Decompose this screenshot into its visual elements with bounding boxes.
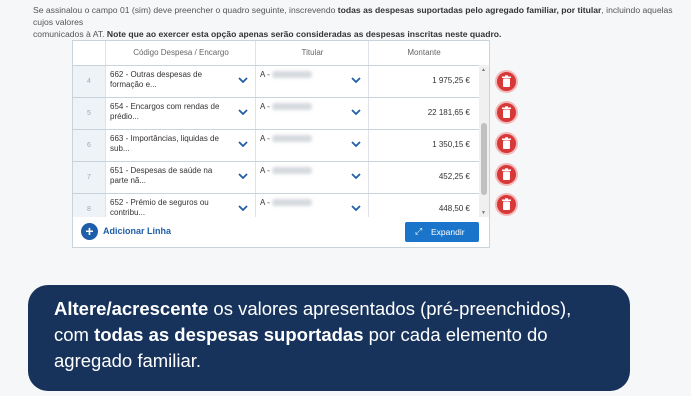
scroll-down-icon[interactable]: ▼ [481,210,486,216]
add-row-label: Adicionar Linha [103,226,172,236]
code-select[interactable]: 651 - Despesas de saúde na parte nã... [105,162,256,193]
row-number: 7 [73,162,105,193]
amount-input[interactable]: 452,25 € [368,162,480,193]
banner-p2-pre: com [54,324,95,345]
titular-value: A - [260,166,270,175]
delete-row-button[interactable] [495,193,518,216]
table-row: 8 652 - Prémio de seguros ou contribu...… [73,194,479,218]
chevron-down-icon [351,77,361,84]
chevron-down-icon [238,205,248,212]
chevron-down-icon [238,77,248,84]
amount-value: 1 350,15 € [432,140,470,149]
titular-name-redacted [272,167,312,174]
header-amount: Montante [368,41,479,65]
header-code: Código Despesa / Encargo [105,41,256,65]
expand-label: Expandir [431,227,465,237]
titular-value: A - [260,102,270,111]
instruction-banner: Altere/acrescente os valores apresentado… [28,285,630,391]
titular-select[interactable]: A - [255,98,369,129]
intro-line1-a: Se assinalou o campo 01 (sim) deve preen… [33,5,338,15]
intro-line2-b: Note que ao exercer esta opção apenas se… [106,29,502,39]
trash-icon [502,168,511,180]
titular-name-redacted [272,71,312,78]
expand-button[interactable]: ⤢ Expandir [405,222,479,242]
table-row: 7 651 - Despesas de saúde na parte nã...… [73,162,479,194]
row-number: 6 [73,130,105,161]
banner-p3: agregado familiar. [54,350,202,371]
code-value: 651 - Despesas de saúde na parte nã... [110,166,213,185]
code-value: 662 - Outras despesas de formação e... [110,70,203,89]
table-row: 4 662 - Outras despesas de formação e...… [73,66,479,98]
titular-value: A - [260,198,270,207]
amount-value: 1 975,25 € [432,76,470,85]
row-number: 5 [73,98,105,129]
chevron-down-icon [238,109,248,116]
header-titular: Titular [255,41,369,65]
trash-icon [502,137,511,149]
titular-select[interactable]: A - [255,130,369,161]
chevron-down-icon [351,141,361,148]
row-number: 8 [73,194,105,218]
code-value: 663 - Importâncias, liquidas de sub... [110,134,219,153]
scroll-up-icon[interactable]: ▲ [481,67,486,73]
expenses-table: Código Despesa / Encargo Titular Montant… [72,40,490,219]
expand-icon: ⤢ [415,226,423,236]
code-value: 654 - Encargos com rendas de prédio... [110,102,220,121]
amount-input[interactable]: 1 975,25 € [368,66,480,97]
banner-p1-bold: Altere/acrescente [54,298,209,319]
plus-icon: + [81,223,98,240]
table-row: 6 663 - Importâncias, liquidas de sub...… [73,130,479,162]
titular-select[interactable]: A - [255,194,369,218]
delete-row-button[interactable] [495,101,518,124]
titular-value: A - [260,134,270,143]
amount-value: 452,25 € [438,172,470,181]
chevron-down-icon [238,141,248,148]
delete-row-button[interactable] [495,163,518,186]
delete-row-button[interactable] [495,70,518,93]
banner-p2-rest: por cada elemento do [363,324,548,345]
code-value: 652 - Prémio de seguros ou contribu... [110,198,209,217]
banner-p1-rest: os valores apresentados (pré-preenchidos… [208,298,572,319]
intro-line1-b: todas as despesas suportadas pelo agrega… [337,5,602,15]
trash-icon [502,198,511,210]
titular-value: A - [260,70,270,79]
amount-input[interactable]: 448,50 € [368,194,479,218]
delete-row-button[interactable] [495,132,518,155]
row-number: 4 [73,66,105,97]
titular-name-redacted [272,135,312,142]
code-select[interactable]: 652 - Prémio de seguros ou contribu... [105,194,256,218]
titular-name-redacted [272,103,312,110]
trash-icon [502,106,511,118]
chevron-down-icon [238,173,248,180]
banner-p2-bold: todas as despesas suportadas [94,324,364,345]
code-select[interactable]: 663 - Importâncias, liquidas de sub... [105,130,256,161]
code-select[interactable]: 662 - Outras despesas de formação e... [105,66,256,97]
table-footer: + Adicionar Linha ⤢ Expandir [72,217,490,248]
amount-input[interactable]: 22 181,65 € [368,98,480,129]
titular-select[interactable]: A - [255,162,369,193]
table-scrollbar[interactable]: ▲ ▼ [479,65,489,218]
titular-select[interactable]: A - [255,66,369,97]
amount-value: 22 181,65 € [427,108,470,117]
chevron-down-icon [351,205,361,212]
trash-icon [502,75,511,87]
scrollbar-thumb[interactable] [481,123,487,195]
amount-value: 448,50 € [438,204,470,213]
intro-line2-a: comunicados à AT. [33,29,107,39]
code-select[interactable]: 654 - Encargos com rendas de prédio... [105,98,256,129]
table-header: Código Despesa / Encargo Titular Montant… [73,41,489,66]
titular-name-redacted [272,199,312,206]
chevron-down-icon [351,109,361,116]
amount-input[interactable]: 1 350,15 € [368,130,480,161]
table-row: 5 654 - Encargos com rendas de prédio...… [73,98,479,130]
intro-text: Se assinalou o campo 01 (sim) deve preen… [33,4,683,40]
chevron-down-icon [351,173,361,180]
